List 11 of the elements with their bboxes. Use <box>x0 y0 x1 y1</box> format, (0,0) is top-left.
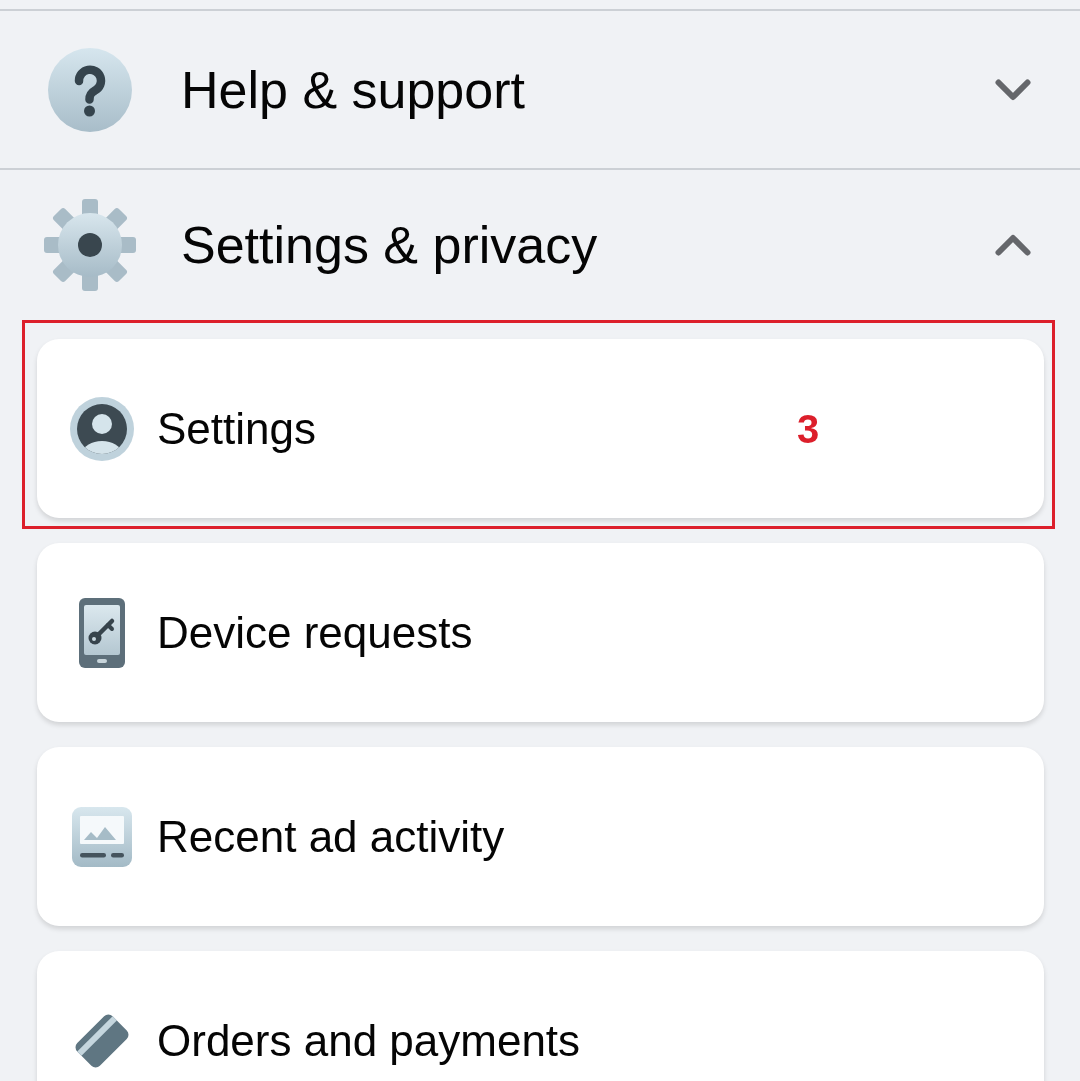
menu-item[interactable]: Orders and payments <box>37 951 1044 1081</box>
gear-icon <box>44 199 136 291</box>
image-ad-icon <box>72 806 132 867</box>
person-icon <box>70 396 134 461</box>
question-mark-icon <box>48 47 132 132</box>
menu-item[interactable]: Recent ad activity <box>37 747 1044 926</box>
menu-item[interactable]: Device requests <box>37 543 1044 722</box>
annotation-number: 3 <box>796 408 820 449</box>
section-header[interactable]: Settings & privacy <box>0 170 1080 320</box>
phone-key-icon <box>79 597 125 668</box>
section-header[interactable]: Help & support <box>0 11 1080 168</box>
